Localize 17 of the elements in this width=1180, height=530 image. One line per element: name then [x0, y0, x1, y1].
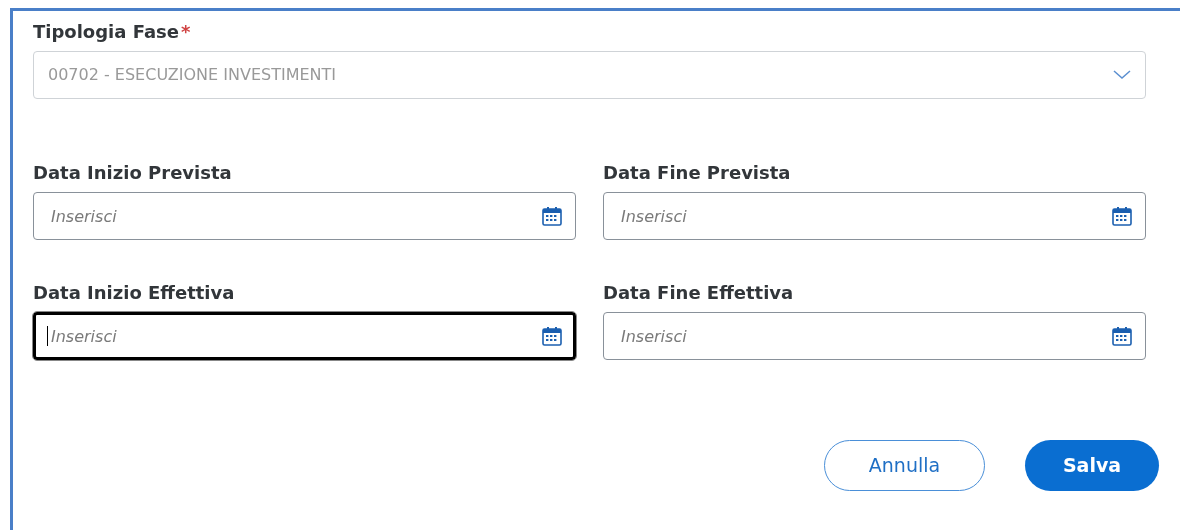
field-label: Tipologia Fase	[33, 21, 179, 43]
calendar-icon[interactable]	[1111, 325, 1133, 347]
date-field[interactable]: Inserisci	[603, 312, 1146, 360]
calendar-icon[interactable]	[541, 205, 563, 227]
field-label: Data Inizio Prevista	[33, 162, 233, 184]
text-cursor	[47, 326, 48, 346]
field-label: Data Fine Effettiva	[603, 282, 795, 304]
calendar-icon[interactable]	[541, 325, 563, 347]
date-field[interactable]: Inserisci	[33, 312, 576, 360]
save-button[interactable]: Salva	[1025, 440, 1159, 491]
calendar-icon[interactable]	[1111, 205, 1133, 227]
date-field[interactable]: Inserisci	[33, 192, 576, 240]
required-mark: *	[181, 21, 191, 43]
date-field[interactable]: Inserisci	[603, 192, 1146, 240]
field-label: Data Inizio Effettiva	[33, 282, 236, 304]
cancel-button[interactable]: Annulla	[824, 440, 985, 491]
field-label: Data Fine Prevista	[603, 162, 792, 184]
